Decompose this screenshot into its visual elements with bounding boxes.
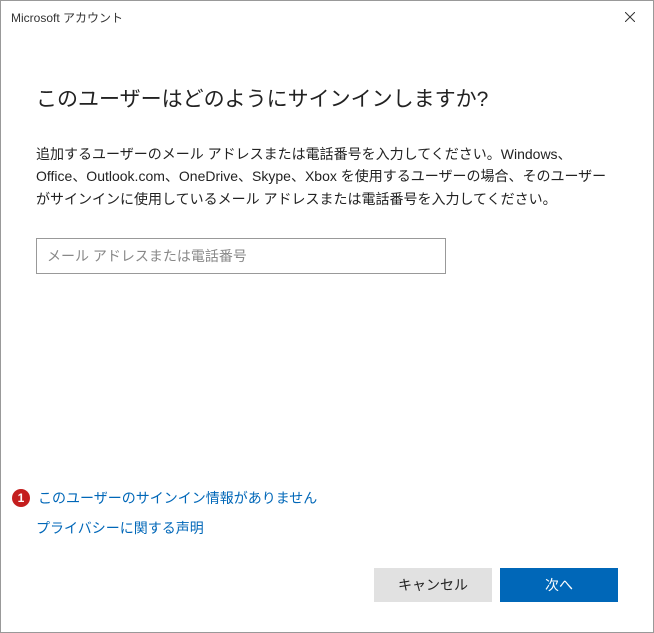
page-heading: このユーザーはどのようにサインインしますか? [36, 83, 618, 113]
no-signin-info-link[interactable]: このユーザーのサインイン情報がありません [38, 488, 317, 508]
close-button[interactable] [607, 1, 653, 33]
window-title: Microsoft アカウント [11, 9, 607, 26]
link-row-privacy: プライバシーに関する声明 [36, 518, 618, 538]
privacy-link[interactable]: プライバシーに関する声明 [36, 518, 204, 538]
cancel-button[interactable]: キャンセル [374, 568, 492, 602]
next-button[interactable]: 次へ [500, 568, 618, 602]
link-row-no-signin: 1 このユーザーのサインイン情報がありません [36, 488, 618, 508]
content-area: このユーザーはどのようにサインインしますか? 追加するユーザーのメール アドレス… [1, 33, 653, 632]
button-row: キャンセル 次へ [36, 568, 618, 612]
callout-badge-1: 1 [12, 489, 30, 507]
titlebar: Microsoft アカウント [1, 1, 653, 33]
close-icon [625, 12, 635, 22]
links-section: 1 このユーザーのサインイン情報がありません プライバシーに関する声明 [36, 488, 618, 548]
description-text: 追加するユーザーのメール アドレスまたは電話番号を入力してください。Window… [36, 143, 618, 210]
email-phone-input[interactable] [36, 238, 446, 274]
